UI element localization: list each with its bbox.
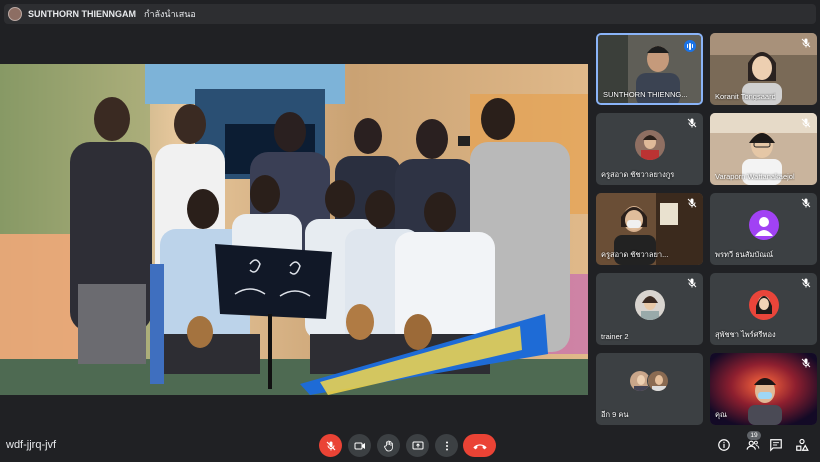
participant-tile[interactable]: Varaporn Wattanakaejol [710, 113, 817, 185]
self-name: คุณ [715, 410, 727, 419]
participant-tile[interactable]: สุพัชชา ไพร์ศรีทอง [710, 273, 817, 345]
mic-off-icon [326, 441, 335, 450]
participant-tile[interactable]: พรทวี ธนสัมบัณณ์ [710, 193, 817, 265]
avatar [748, 290, 779, 320]
end-call-button[interactable] [463, 434, 496, 457]
participant-tile[interactable]: SUNTHORN THIENNG... [596, 33, 703, 105]
presenter-name: SUNTHORN THIENNGAM [28, 9, 136, 19]
participant-tile[interactable]: ครูสอาด ชัชวาลยา... [596, 193, 703, 265]
presentation-stage[interactable] [0, 64, 588, 395]
people-count-badge: 19 [747, 431, 761, 440]
present-icon [412, 441, 423, 449]
mic-off-icon [801, 358, 811, 368]
participant-name: Koranit Tongsaard [715, 92, 776, 101]
mic-off-icon [687, 198, 697, 208]
participant-name: ครูสอาด ชัชวาลยา... [601, 250, 669, 259]
raise-hand-icon [383, 440, 393, 451]
participant-name: ครูสอาด ชัชวาลยางกูร [601, 170, 675, 179]
avatar [748, 210, 779, 240]
participant-name: SUNTHORN THIENNG... [603, 90, 688, 99]
mic-off-icon [687, 278, 697, 288]
present-button[interactable] [406, 434, 429, 457]
participant-name: สุพัชชา ไพร์ศรีทอง [715, 330, 776, 339]
mic-off-icon [801, 198, 811, 208]
others-count: อีก 9 คน [601, 410, 629, 419]
bottom-bar: wdf-jjrq-jvf [0, 430, 820, 462]
presenter-avatar [8, 7, 22, 21]
raise-hand-button[interactable] [377, 434, 400, 457]
meeting-info-button[interactable] [716, 437, 732, 453]
activities-icon [796, 438, 809, 451]
participant-tile[interactable]: ครูสอาด ชัชวาลยางกูร [596, 113, 703, 185]
end-call-icon [472, 443, 487, 449]
participant-tile[interactable]: trainer 2 [596, 273, 703, 345]
participant-name: พรทวี ธนสัมบัณณ์ [715, 250, 774, 259]
camera-icon [354, 442, 365, 449]
mic-off-icon [801, 278, 811, 288]
mic-off-icon [801, 38, 811, 48]
participant-name: trainer 2 [601, 332, 629, 341]
presentation-image [0, 64, 588, 395]
avatar [634, 290, 665, 320]
avatar [634, 130, 665, 160]
presenter-status: กำลังนำเสนอ [144, 9, 196, 19]
mic-off-icon [801, 118, 811, 128]
self-tile[interactable]: คุณ [710, 353, 817, 425]
mic-toggle-button[interactable] [319, 434, 342, 457]
avatar [647, 370, 669, 392]
chat-icon [770, 439, 782, 452]
speaking-indicator [684, 40, 696, 52]
more-icon [445, 441, 448, 450]
others-tile[interactable]: อีก 9 คน [596, 353, 703, 425]
participant-tile[interactable]: Koranit Tongsaard [710, 33, 817, 105]
more-options-button[interactable] [435, 434, 458, 457]
activities-button[interactable] [794, 437, 810, 453]
meeting-code: wdf-jjrq-jvf [6, 439, 57, 451]
participant-name: Varaporn Wattanakaejol [715, 172, 795, 181]
camera-toggle-button[interactable] [348, 434, 371, 457]
top-bar: SUNTHORN THIENNGAM กำลังนำเสนอ [0, 0, 820, 28]
people-icon [746, 440, 760, 450]
presenter-chip: SUNTHORN THIENNGAM กำลังนำเสนอ [4, 4, 816, 24]
info-icon [718, 439, 730, 451]
chat-button[interactable] [768, 437, 784, 453]
mic-off-icon [687, 118, 697, 128]
